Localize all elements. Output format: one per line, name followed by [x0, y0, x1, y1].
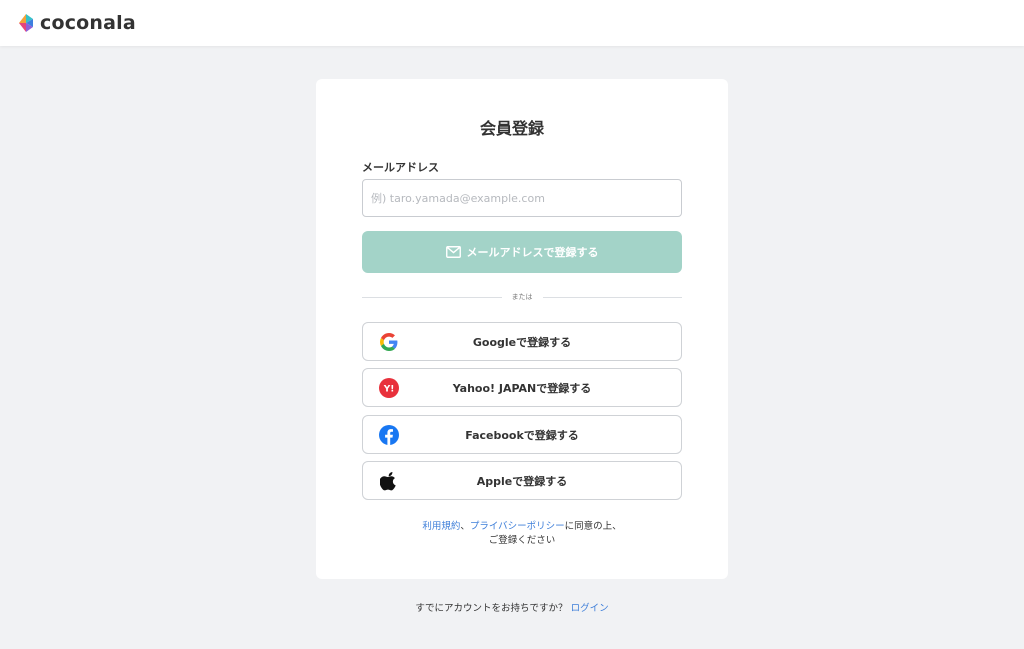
svg-text:Y!: Y! [383, 385, 395, 395]
yahoo-japan-signup-label: Yahoo! JAPANで登録する [452, 381, 592, 395]
coconala-logo-link[interactable]: coconala [16, 12, 136, 34]
mail-icon [445, 246, 461, 258]
facebook-signup-label: Facebookで登録する [465, 428, 579, 442]
or-divider: または [362, 290, 682, 304]
login-prompt-text: すでにアカウントをお持ちですか？ [415, 603, 568, 614]
terms-suffix: に同意の上、 [564, 521, 622, 532]
divider-text: または [511, 293, 533, 301]
email-signup-button[interactable]: メールアドレスで登録する [362, 231, 682, 273]
yahoo-japan-icon: Y! [379, 378, 399, 398]
apple-icon [379, 471, 399, 491]
top-header: coconala [0, 0, 1024, 46]
facebook-icon [379, 425, 399, 445]
email-field[interactable] [362, 179, 682, 217]
terms-separator: 、 [460, 521, 470, 532]
terms-line2: ご登録ください [488, 535, 556, 546]
google-icon [379, 332, 399, 352]
apple-signup-label: Appleで登録する [476, 474, 568, 488]
apple-signup-button[interactable]: Appleで登録する [362, 461, 682, 500]
login-prompt: すでにアカウントをお持ちですか？ ログイン [0, 600, 1024, 614]
terms-notice: 利用規約、プライバシーポリシーに同意の上、 ご登録ください [362, 520, 682, 548]
google-signup-button[interactable]: Googleで登録する [362, 322, 682, 361]
terms-of-service-link[interactable]: 利用規約 [422, 521, 460, 532]
divider-line-right [542, 296, 682, 298]
logo-text: coconala [40, 12, 136, 34]
email-label: メールアドレス [362, 161, 439, 174]
divider-line-left [362, 296, 502, 298]
page-title: 会員登録 [479, 119, 544, 138]
facebook-signup-button[interactable]: Facebookで登録する [362, 415, 682, 454]
email-signup-label: メールアドレスで登録する [466, 246, 599, 259]
coconala-logo-icon [19, 14, 33, 32]
google-signup-label: Googleで登録する [472, 335, 572, 349]
login-link[interactable]: ログイン [571, 603, 609, 614]
yahoo-japan-signup-button[interactable]: Y! Yahoo! JAPANで登録する [362, 368, 682, 407]
privacy-policy-link[interactable]: プライバシーポリシー [470, 521, 565, 532]
